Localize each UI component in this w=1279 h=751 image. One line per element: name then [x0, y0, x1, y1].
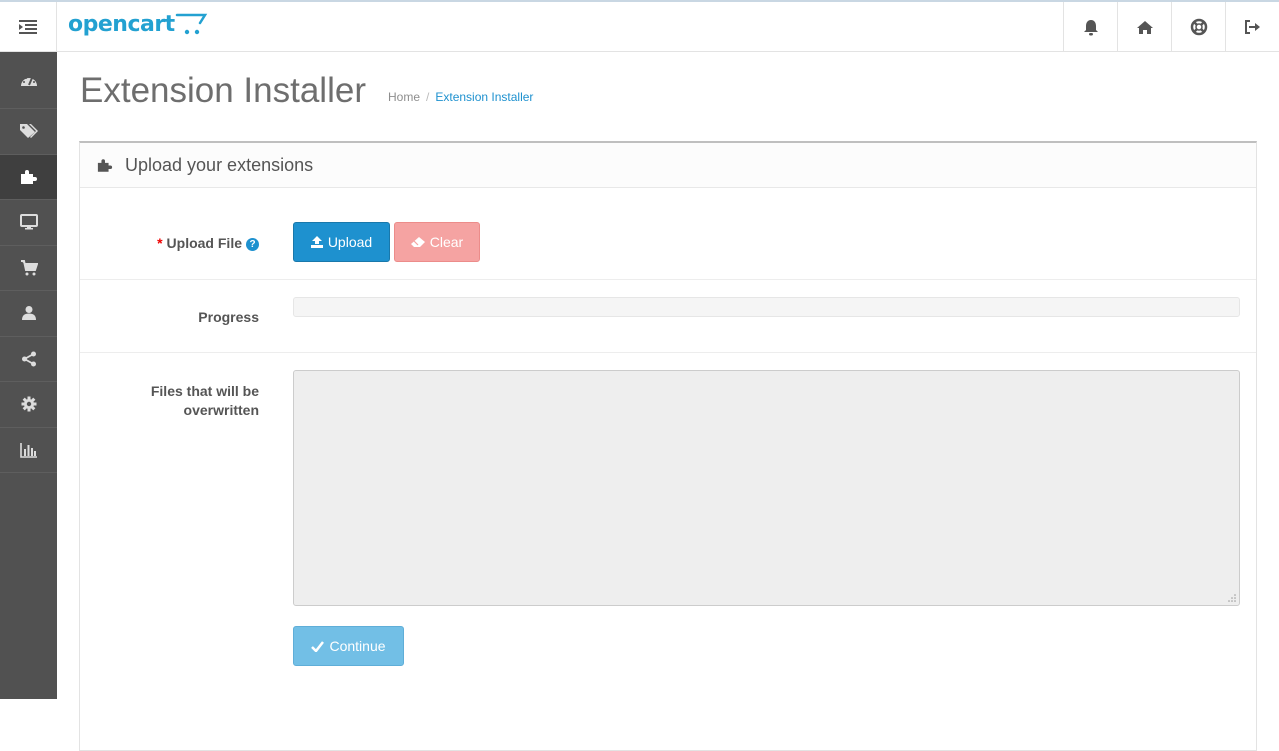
store-home-button[interactable]	[1117, 2, 1171, 52]
logo-text: opencart	[68, 12, 175, 37]
upload-file-label: * Upload File?	[157, 234, 259, 253]
sidebar-item-design[interactable]	[0, 200, 57, 246]
overwritten-files-label: Files that will be overwritten	[151, 382, 259, 420]
progress-label: Progress	[198, 309, 259, 325]
overwritten-files-label-line2: overwritten	[183, 402, 259, 418]
sidebar-item-extensions[interactable]	[0, 154, 57, 200]
user-icon	[21, 306, 36, 321]
puzzle-icon	[97, 158, 113, 172]
overwritten-files-label-line1: Files that will be	[150, 383, 259, 399]
required-marker: *	[157, 235, 163, 251]
breadcrumb-current-link[interactable]: Extension Installer	[435, 90, 533, 104]
clear-button-label: Clear	[429, 234, 464, 250]
breadcrumb: Home / Extension Installer	[388, 90, 533, 104]
sidebar	[0, 52, 57, 699]
overwritten-files-textarea[interactable]	[293, 370, 1240, 606]
logout-button[interactable]	[1225, 2, 1279, 52]
home-icon	[1136, 20, 1153, 34]
menu-toggle-button[interactable]	[0, 2, 57, 52]
panel-heading: Upload your extensions	[80, 143, 1256, 188]
tags-icon	[19, 124, 38, 139]
sidebar-item-dashboard[interactable]	[0, 52, 57, 109]
check-icon	[311, 640, 325, 652]
sidebar-item-reports[interactable]	[0, 428, 57, 473]
page-header: Extension Installer Home / Extension Ins…	[79, 52, 1257, 142]
desktop-icon	[19, 214, 38, 230]
top-navbar: opencart	[0, 0, 1279, 52]
opencart-logo[interactable]: opencart	[68, 10, 209, 42]
sidebar-item-marketing[interactable]	[0, 337, 57, 382]
help-icon[interactable]: ?	[246, 238, 259, 251]
cog-icon	[21, 396, 36, 412]
breadcrumb-separator: /	[426, 90, 430, 104]
clear-button[interactable]: Clear	[394, 222, 480, 262]
progress-bar	[293, 297, 1240, 317]
upload-icon	[310, 236, 323, 248]
bar-chart-icon	[19, 442, 37, 458]
share-icon	[21, 351, 36, 367]
indent-icon	[19, 20, 37, 34]
panel-title: Upload your extensions	[125, 154, 314, 175]
sidebar-item-sales[interactable]	[0, 246, 57, 291]
page-title: Extension Installer	[80, 71, 366, 110]
shopping-cart-icon	[20, 259, 38, 276]
eraser-icon	[410, 236, 425, 247]
upload-panel: Upload your extensions * Upload File? Upl…	[79, 141, 1257, 751]
life-ring-icon	[1190, 18, 1207, 36]
dashboard-icon	[20, 77, 37, 86]
sidebar-item-customers[interactable]	[0, 291, 57, 337]
sidebar-item-catalog[interactable]	[0, 109, 57, 155]
resize-grip-icon[interactable]	[1227, 593, 1237, 603]
notifications-button[interactable]	[1063, 2, 1117, 52]
continue-button-label: Continue	[329, 638, 386, 654]
bell-icon	[1083, 19, 1098, 35]
overwritten-files-row: Files that will be overwritten Continue	[80, 353, 1256, 708]
sidebar-item-system[interactable]	[0, 382, 57, 428]
main-content: Extension Installer Home / Extension Ins…	[79, 52, 1257, 751]
puzzle-icon	[20, 169, 37, 184]
upload-button-label: Upload	[327, 234, 373, 250]
cart-logo-icon	[175, 13, 207, 35]
upload-file-label-text: Upload File	[166, 235, 242, 251]
breadcrumb-home-link[interactable]: Home	[388, 90, 420, 104]
continue-button[interactable]: Continue	[293, 626, 404, 666]
sign-out-icon	[1245, 20, 1260, 34]
help-button[interactable]	[1171, 2, 1225, 52]
upload-file-row: * Upload File? Upload Clear	[80, 188, 1256, 280]
progress-row: Progress	[80, 280, 1256, 353]
upload-button[interactable]: Upload	[293, 222, 390, 262]
